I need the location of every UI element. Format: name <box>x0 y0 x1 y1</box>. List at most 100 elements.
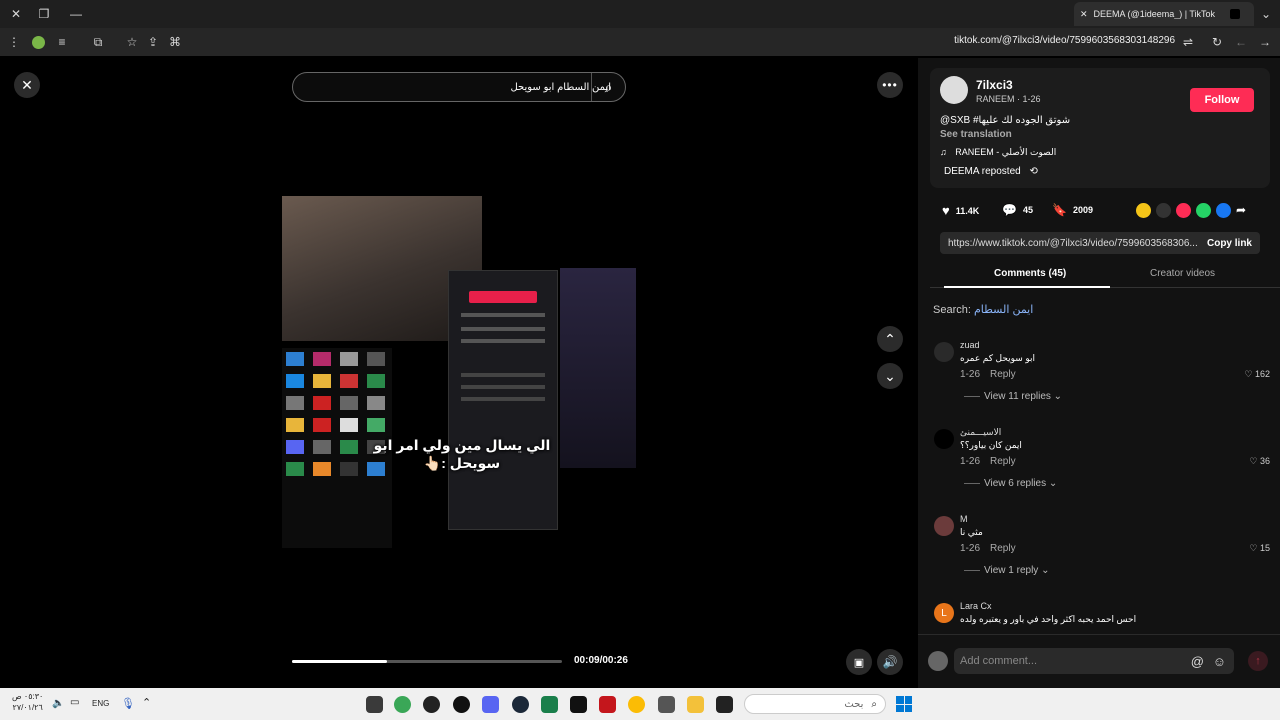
clock-date: ٢٧/٠١/٢٦ <box>12 703 43 712</box>
comment-meta: 1-26 Reply <box>960 456 1016 467</box>
extensions-icon[interactable]: ≡ <box>52 32 72 52</box>
comment-author[interactable]: M <box>960 514 968 524</box>
close-window-icon[interactable]: ✕ <box>6 4 26 24</box>
embed-icon[interactable] <box>1156 203 1171 218</box>
adobe-icon[interactable] <box>599 696 616 713</box>
panel-tabs: Comments (45) Creator videos <box>930 262 1280 288</box>
follow-button[interactable]: Follow <box>1190 88 1254 112</box>
unity-icon[interactable] <box>658 696 675 713</box>
view-replies-button[interactable]: View 11 replies ⌄ <box>964 391 1062 402</box>
search-suggestion[interactable]: Search: ايمن السطام <box>933 303 1033 316</box>
capcut-icon[interactable] <box>570 696 587 713</box>
video-search-box[interactable]: ايمن السطام ابو سويحل ⌕ <box>292 72 626 102</box>
progress-track[interactable] <box>292 660 562 663</box>
reply-button[interactable]: Reply <box>990 369 1016 380</box>
back-icon[interactable]: → <box>1255 32 1275 52</box>
facebook-icon[interactable] <box>1216 203 1231 218</box>
more-options-button[interactable]: ••• <box>877 72 903 98</box>
video-time: 00:09/00:26 <box>574 655 628 666</box>
site-settings-icon[interactable]: ⇌ <box>1178 32 1198 52</box>
forward-icon[interactable]: ← <box>1231 32 1251 52</box>
comment-author[interactable]: zuad <box>960 340 980 350</box>
speaker-icon[interactable]: 🔈 <box>52 698 64 709</box>
language-indicator[interactable]: ENG <box>92 699 109 708</box>
app-taskbar-icon[interactable] <box>423 696 440 713</box>
search-icon[interactable]: ⌕ <box>591 73 625 101</box>
reposted-label: DEEMA reposted <box>944 166 1021 177</box>
minimize-window-icon[interactable]: — <box>66 4 86 24</box>
author-username[interactable]: 7ilxci3 <box>976 78 1013 92</box>
menu-icon[interactable]: ⋮ <box>4 32 24 52</box>
close-player-button[interactable]: ✕ <box>14 72 40 98</box>
windows-taskbar: ٠٥:٣٠ ص ٢٧/٠١/٢٦ 🔈 ▭ ENG 🎙 ⌃ بحث ⌕ <box>0 688 1280 720</box>
send-to-friend-icon[interactable] <box>1176 203 1191 218</box>
repost-share-icon[interactable] <box>1136 203 1151 218</box>
comment-avatar[interactable]: L <box>934 603 954 623</box>
share-page-icon[interactable]: ⇪ <box>143 32 163 52</box>
comment-likes: 162 <box>1254 369 1270 379</box>
tab-creator-videos[interactable]: Creator videos <box>1150 268 1215 279</box>
like-button[interactable]: ♥ 11.4K <box>942 203 979 218</box>
previous-video-button[interactable]: ⌃ <box>877 326 903 352</box>
volume-button[interactable]: 🔊 <box>877 649 903 675</box>
comment-button[interactable]: 💬 45 <box>1002 203 1033 217</box>
save-button[interactable]: 🔖 2009 <box>1052 203 1093 217</box>
translate-icon[interactable]: ⌘ <box>165 32 185 52</box>
author-avatar[interactable] <box>940 76 968 104</box>
reply-button[interactable]: Reply <box>990 543 1016 554</box>
reload-icon[interactable]: ↻ <box>1207 32 1227 52</box>
share-arrow-icon[interactable]: ➦ <box>1236 203 1246 218</box>
comment-avatar[interactable] <box>934 516 954 536</box>
browser-taskbar-icon[interactable] <box>394 696 411 713</box>
copy-link-button[interactable]: Copy link <box>1207 232 1252 254</box>
nvidia-icon[interactable] <box>366 696 383 713</box>
caption-line-2: سويحل :👆🏻 <box>423 455 501 471</box>
chevron-up-icon[interactable]: ⌃ <box>142 696 151 709</box>
address-bar[interactable]: tiktok.com/@7ilxci3/video/75996035683031… <box>954 35 1175 46</box>
chrome-icon[interactable] <box>628 696 645 713</box>
network-icon[interactable]: ▭ <box>70 697 79 708</box>
see-translation-link[interactable]: See translation <box>940 129 1012 140</box>
add-comment-input[interactable]: Add comment... @ ☺ <box>954 648 1234 674</box>
view-replies-button[interactable]: View 6 replies ⌄ <box>964 478 1057 489</box>
whatsapp-icon[interactable] <box>1196 203 1211 218</box>
comment-like[interactable]: ♡ 162 <box>1244 369 1270 380</box>
comment-like[interactable]: ♡ 36 <box>1249 456 1270 467</box>
comment-author[interactable]: الاسيـــمنئ <box>960 427 1001 438</box>
comment-date: 1-26 <box>960 369 981 380</box>
profile-icon[interactable] <box>28 32 48 52</box>
restore-window-icon[interactable]: ❐ <box>34 4 54 24</box>
windows-start-icon[interactable] <box>896 696 912 712</box>
puzzle-icon[interactable]: ⧉ <box>88 32 108 52</box>
comment-avatar[interactable] <box>934 342 954 362</box>
file-explorer-icon[interactable] <box>687 696 704 713</box>
comment-author[interactable]: Lara Cx <box>960 601 992 611</box>
emoji-icon[interactable]: ☺ <box>1213 654 1226 669</box>
clock[interactable]: ٠٥:٣٠ ص ٢٧/٠١/٢٦ <box>12 691 43 713</box>
comment-text: ايمن كان بياور؟؟ <box>960 440 1022 450</box>
microphone-icon[interactable]: 🎙 <box>121 697 135 710</box>
obs-icon[interactable] <box>453 696 470 713</box>
comment-date: 1-26 <box>960 543 981 554</box>
comment-avatar[interactable] <box>934 429 954 449</box>
app-window-icon[interactable] <box>716 696 733 713</box>
comment-like[interactable]: ♡ 15 <box>1249 543 1270 554</box>
picture-in-picture-button[interactable]: ▣ <box>846 649 872 675</box>
mention-icon[interactable]: @ <box>1191 654 1204 669</box>
reply-button[interactable]: Reply <box>990 456 1016 467</box>
discord-icon[interactable] <box>482 696 499 713</box>
video-player[interactable]: ايمن السطام ابو سويحل ⌕ الي يسال مين ولي… <box>282 58 636 688</box>
tab-comments[interactable]: Comments (45) <box>994 268 1066 279</box>
post-comment-button[interactable]: ↑ <box>1248 651 1268 671</box>
view-replies-button[interactable]: View 1 reply ⌄ <box>964 565 1049 576</box>
tab-list-icon[interactable]: ⌄ <box>1256 4 1276 24</box>
bookmark-star-icon[interactable]: ☆ <box>122 32 142 52</box>
share-link: https://www.tiktok.com/@7ilxci3/video/75… <box>948 237 1198 249</box>
music-row[interactable]: ♫ RANEEM - الصوت الأصلي <box>940 147 1056 158</box>
browser-tab[interactable]: ✕ DEEMA (@1ideema_) | TikTok <box>1074 2 1254 26</box>
close-tab-icon[interactable]: ✕ <box>1080 9 1088 20</box>
steam-icon[interactable] <box>512 696 529 713</box>
terminal-icon[interactable] <box>541 696 558 713</box>
next-video-button[interactable]: ⌄ <box>877 363 903 389</box>
taskbar-search[interactable]: بحث ⌕ <box>744 694 886 714</box>
